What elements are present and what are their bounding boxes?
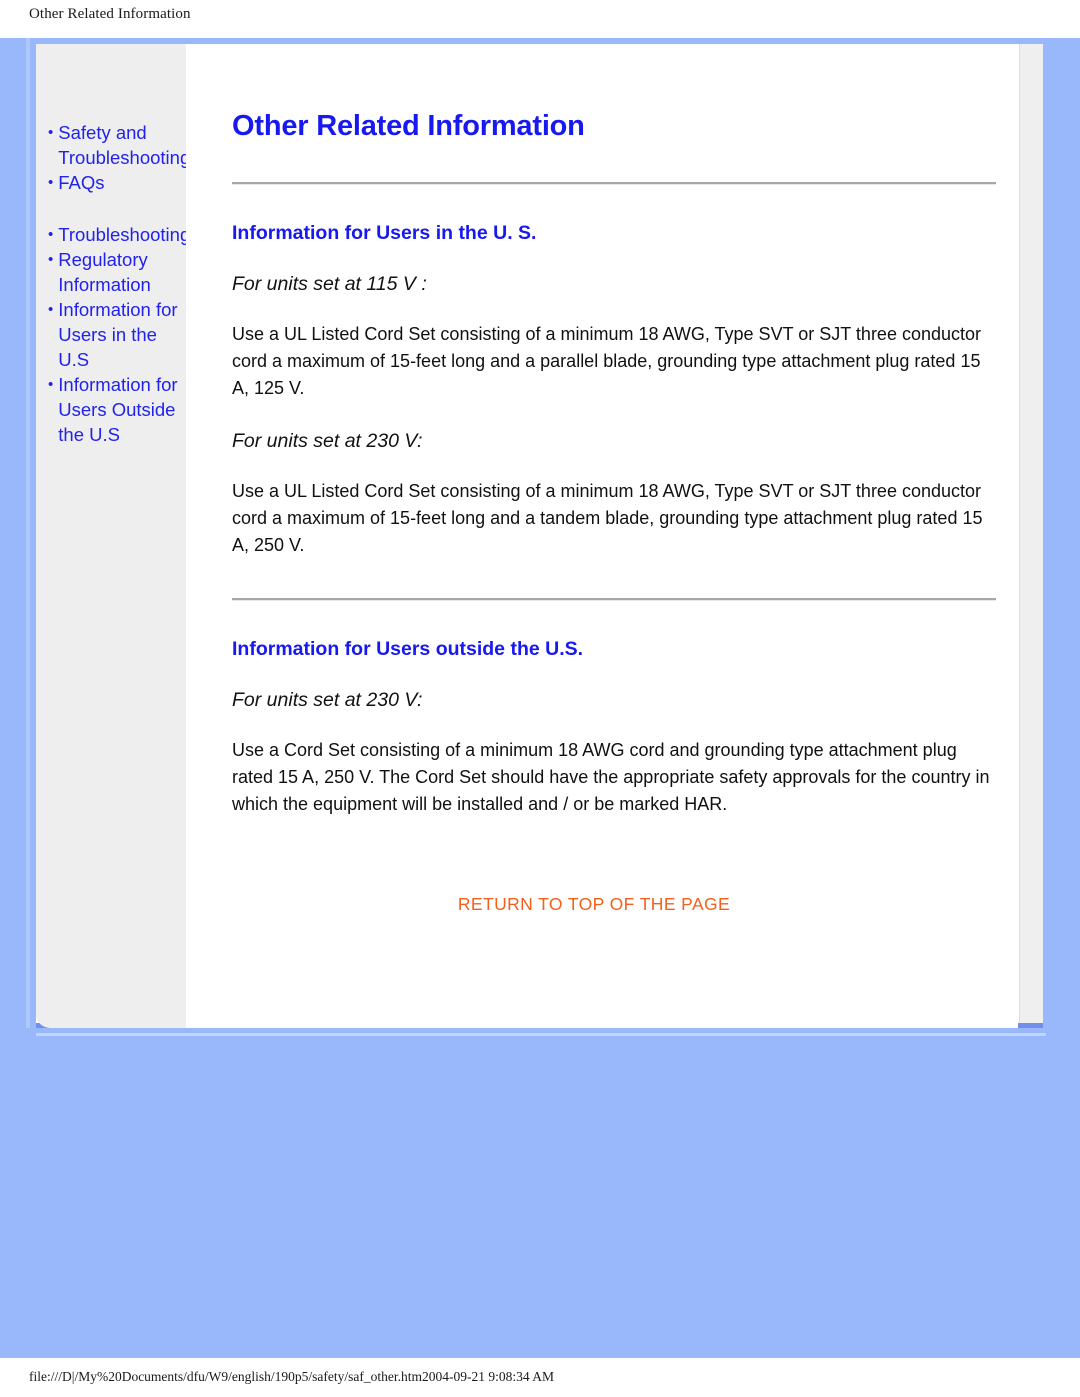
unit-label-115v: For units set at 115 V :	[232, 273, 427, 295]
right-gutter	[1019, 44, 1043, 1023]
sidebar-group-secondary: • Troubleshooting • Regulatory Informati…	[36, 222, 190, 447]
body-paragraph-230v-us: Use a UL Listed Cord Set consisting of a…	[232, 481, 983, 555]
sidebar-item-label[interactable]: Safety and Troubleshooting	[58, 120, 190, 170]
bullet-icon: •	[48, 251, 54, 268]
body-paragraph-230v-outside: Use a Cord Set consisting of a minimum 1…	[232, 740, 990, 814]
sidebar-item-label[interactable]: Information for Users in the U.S	[58, 297, 184, 372]
section-divider-middle	[232, 598, 996, 601]
bullet-icon: •	[48, 301, 54, 318]
page-title: Other Related Information	[232, 110, 585, 142]
sidebar-item-label[interactable]: Troubleshooting	[58, 222, 190, 247]
bullet-icon: •	[48, 376, 54, 393]
document-header-title: Other Related Information	[29, 6, 191, 22]
section-heading-users-outside-us: Information for Users outside the U.S.	[232, 638, 584, 660]
sidebar-item-troubleshooting[interactable]: • Troubleshooting	[48, 222, 190, 247]
sidebar-item-faqs[interactable]: • FAQs	[48, 170, 186, 195]
section-divider-top	[232, 182, 996, 185]
sidebar-item-label[interactable]: Information for Users Outside the U.S	[58, 372, 184, 447]
sidebar-item-label[interactable]: Regulatory Information	[58, 247, 184, 297]
sidebar-item-label[interactable]: FAQs	[58, 170, 104, 195]
sidebar-item-information-for-users-in-the-us[interactable]: • Information for Users in the U.S	[48, 297, 186, 372]
document-footer-path: file:///D|/My%20Documents/dfu/W9/english…	[29, 1369, 555, 1384]
unit-label-230v-outside: For units set at 230 V:	[232, 689, 423, 711]
unit-label-230v-us: For units set at 230 V:	[232, 430, 423, 452]
sidebar-group-primary: • Safety and Troubleshooting • FAQs	[36, 120, 190, 195]
return-to-top-container: RETURN TO TOP OF THE PAGE	[232, 894, 996, 915]
bullet-icon: •	[48, 124, 54, 141]
sidebar-group-divider	[36, 195, 186, 222]
sidebar-item-safety-and-troubleshooting[interactable]: • Safety and Troubleshooting	[48, 120, 190, 170]
body-paragraph-115v: Use a UL Listed Cord Set consisting of a…	[232, 324, 982, 398]
bullet-icon: •	[48, 226, 54, 243]
page-panel: • Safety and Troubleshooting • FAQs • Tr…	[36, 44, 1043, 1028]
document-header: Other Related Information	[0, 0, 1080, 38]
panel-shadow	[36, 1033, 1046, 1036]
document-footer: file:///D|/My%20Documents/dfu/W9/english…	[0, 1358, 1080, 1397]
bullet-icon: •	[48, 174, 54, 191]
canvas-left-stripe	[26, 38, 30, 1028]
main-content: Other Related Information Information fo…	[186, 44, 1018, 1028]
sidebar-item-information-for-users-outside-the-us[interactable]: • Information for Users Outside the U.S	[48, 372, 186, 447]
section-heading-users-in-us: Information for Users in the U. S.	[232, 222, 537, 244]
return-to-top-link[interactable]: RETURN TO TOP OF THE PAGE	[458, 894, 730, 914]
sidebar-item-regulatory-information[interactable]: • Regulatory Information	[48, 247, 186, 297]
page-canvas: • Safety and Troubleshooting • FAQs • Tr…	[0, 38, 1080, 1358]
sidebar-navigation: • Safety and Troubleshooting • FAQs • Tr…	[36, 44, 190, 1028]
